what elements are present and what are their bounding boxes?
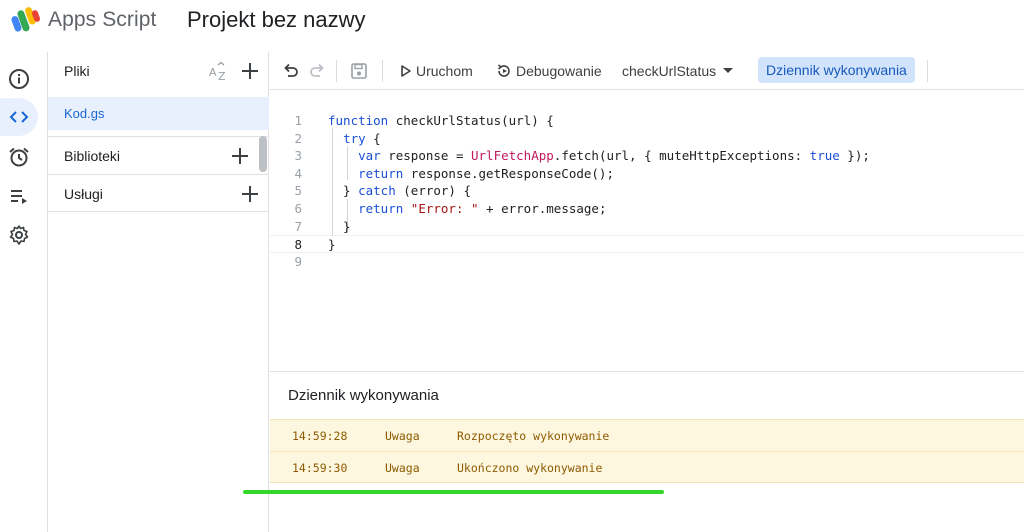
log-time: 14:59:28	[292, 429, 348, 443]
run-label: Uruchom	[416, 63, 473, 79]
execution-log-panel: Dziennik wykonywania 14:59:28 Uwaga Rozp…	[270, 371, 1024, 532]
line-number: 4	[294, 165, 302, 181]
code-text: } catch (error) {	[328, 183, 472, 199]
redo-icon[interactable]	[307, 61, 327, 81]
function-select-value: checkUrlStatus	[622, 63, 717, 79]
code-text: function checkUrlStatus(url) {	[328, 113, 554, 128]
code-line[interactable]: 3 var response = UrlFetchApp.fetch(url, …	[270, 147, 1024, 165]
line-number: 8	[294, 237, 302, 253]
line-number: 9	[294, 253, 302, 269]
code-line[interactable]: 6 return "Error: " + error.message;	[270, 200, 1024, 218]
log-time: 14:59:30	[292, 461, 348, 475]
code-icon	[9, 111, 29, 123]
file-item-kod-gs[interactable]: Kod.gs	[48, 97, 269, 130]
undo-icon[interactable]	[281, 61, 301, 81]
line-number: 2	[294, 130, 302, 146]
left-nav-rail	[0, 52, 48, 532]
project-title[interactable]: Projekt bez nazwy	[187, 7, 366, 33]
sort-az-icon[interactable]: A Z	[208, 61, 230, 83]
code-line[interactable]: 1 function checkUrlStatus(url) {	[270, 112, 1024, 130]
run-button[interactable]: Uruchom	[400, 57, 473, 85]
apps-script-logo-icon[interactable]	[10, 6, 42, 34]
app-header: Apps Script Projekt bez nazwy	[0, 0, 1024, 44]
services-section[interactable]: Usługi	[48, 174, 269, 212]
save-icon[interactable]	[349, 61, 369, 81]
debug-icon	[498, 64, 510, 77]
code-text: var response = UrlFetchApp.fetch(url, { …	[358, 148, 870, 164]
code-line[interactable]: 2 try {	[270, 130, 1024, 148]
debug-label: Debugowanie	[516, 63, 602, 79]
code-text: }	[328, 218, 351, 234]
app-name: Apps Script	[48, 8, 157, 31]
info-icon	[9, 69, 29, 89]
log-level: Uwaga	[385, 429, 420, 443]
code-line[interactable]: 9	[270, 253, 1024, 271]
code-text: return response.getResponseCode();	[358, 165, 614, 181]
settings-button[interactable]	[4, 220, 34, 250]
add-library-icon[interactable]	[230, 146, 250, 166]
code-editor[interactable]: 1 function checkUrlStatus(url) { 2 try {3 …	[270, 106, 1024, 370]
log-message: Ukończono wykonywanie	[457, 461, 603, 475]
editor-button[interactable]	[0, 98, 38, 136]
services-label: Usługi	[64, 186, 103, 202]
libraries-section[interactable]: Biblioteki	[48, 136, 269, 174]
execution-log-title: Dziennik wykonywania	[288, 387, 439, 404]
log-message: Rozpoczęto wykonywanie	[457, 429, 610, 443]
add-service-icon[interactable]	[240, 184, 260, 204]
execution-log-button[interactable]: Dziennik wykonywania	[758, 57, 915, 83]
log-level: Uwaga	[385, 461, 420, 475]
files-header: Pliki A Z	[48, 52, 269, 90]
caret-down-icon	[723, 68, 734, 73]
svg-text:A: A	[209, 66, 217, 79]
line-number: 7	[294, 218, 302, 234]
toolbar-divider	[336, 60, 337, 82]
add-file-icon[interactable]	[240, 61, 260, 81]
line-number: 6	[294, 201, 302, 216]
line-number: 5	[294, 183, 302, 199]
highlight-underline	[243, 490, 664, 494]
editor-toolbar: Uruchom Debugowanie checkUrlStatus Dzien…	[270, 52, 1024, 90]
svg-text:Z: Z	[218, 70, 226, 83]
triggers-button[interactable]	[4, 142, 34, 172]
overview-button[interactable]	[4, 64, 34, 94]
code-text: return "Error: " + error.message;	[358, 201, 607, 216]
log-entry: 14:59:30 Uwaga Ukończono wykonywanie	[270, 451, 1024, 483]
files-label: Pliki	[64, 63, 90, 79]
toolbar-divider	[927, 60, 928, 82]
line-number: 1	[294, 113, 302, 128]
executions-list-icon	[11, 190, 27, 204]
toolbar-divider	[382, 60, 383, 82]
play-icon	[401, 65, 411, 77]
code-text: try {	[343, 130, 381, 146]
log-entry: 14:59:28 Uwaga Rozpoczęto wykonywanie	[270, 419, 1024, 451]
function-select[interactable]: checkUrlStatus	[622, 57, 735, 85]
code-line[interactable]: 5 } catch (error) {	[270, 182, 1024, 200]
debug-button[interactable]: Debugowanie	[496, 57, 602, 85]
file-name: Kod.gs	[64, 106, 105, 121]
executions-button[interactable]	[4, 181, 34, 211]
gear-icon	[9, 225, 29, 245]
alarm-clock-icon	[9, 147, 29, 167]
libraries-label: Biblioteki	[64, 148, 121, 164]
code-text: }	[328, 237, 336, 253]
execution-log-label: Dziennik wykonywania	[766, 62, 907, 78]
files-panel: Pliki A Z Kod.gs Biblioteki Usługi	[48, 52, 269, 532]
files-scrollbar[interactable]	[259, 136, 267, 172]
code-line[interactable]: 7 }	[270, 218, 1024, 236]
code-line[interactable]: 8}	[270, 235, 1024, 253]
code-line[interactable]: 4 return response.getResponseCode();	[270, 165, 1024, 183]
line-number: 3	[294, 148, 302, 164]
